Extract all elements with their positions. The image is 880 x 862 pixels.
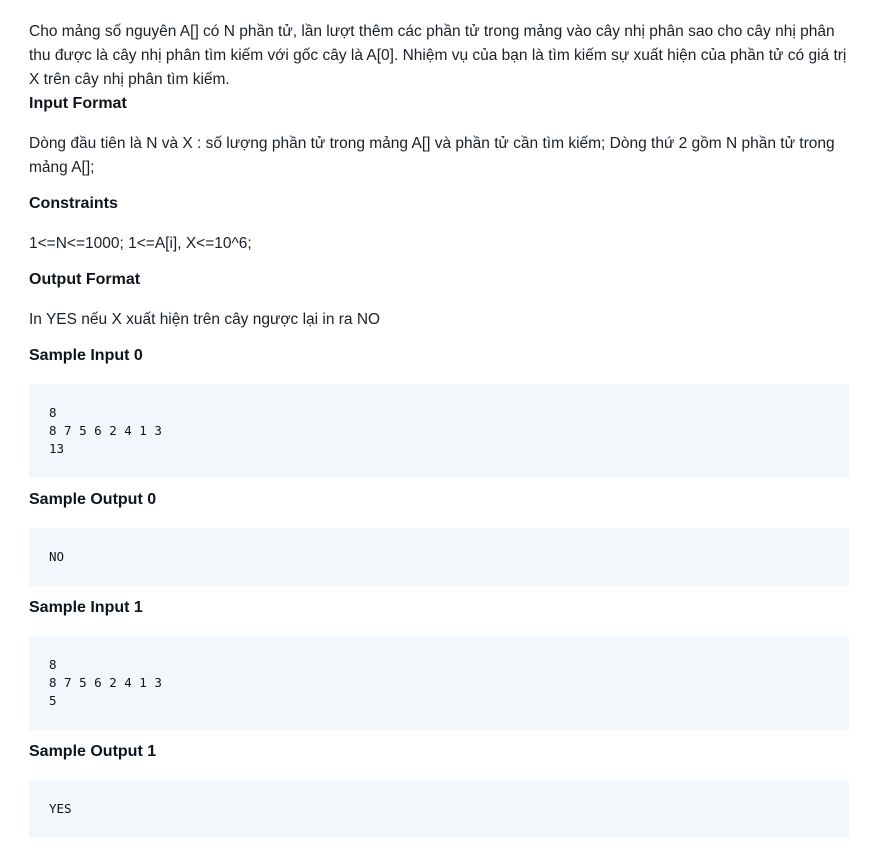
sample-input-1-heading: Sample Input 1: [29, 599, 143, 616]
sample-input-0-code: 8 8 7 5 6 2 4 1 3 13: [29, 384, 849, 478]
constraints-text: 1<=N<=1000; 1<=A[i], X<=10^6;: [29, 235, 252, 252]
sample-output-1-code: YES: [29, 780, 849, 838]
input-format-heading: Input Format: [29, 95, 127, 112]
output-format-heading: Output Format: [29, 271, 141, 288]
problem-statement-text: Cho mảng số nguyên A[] có N phần tử, lần…: [29, 23, 847, 88]
sample-input-0-heading: Sample Input 0: [29, 347, 143, 364]
constraints-heading: Constraints: [29, 195, 118, 212]
problem-statement-content: Cho mảng số nguyên A[] có N phần tử, lần…: [0, 0, 880, 838]
sample-output-0-heading: Sample Output 0: [29, 491, 157, 508]
input-format-text: Dòng đầu tiên là N và X : số lượng phần …: [29, 135, 835, 176]
output-format-text: In YES nếu X xuất hiện trên cây ngược lạ…: [29, 311, 381, 328]
sample-output-1-heading: Sample Output 1: [29, 743, 157, 760]
sample-input-1-code: 8 8 7 5 6 2 4 1 3 5: [29, 636, 849, 730]
sample-output-0-code: NO: [29, 528, 849, 586]
